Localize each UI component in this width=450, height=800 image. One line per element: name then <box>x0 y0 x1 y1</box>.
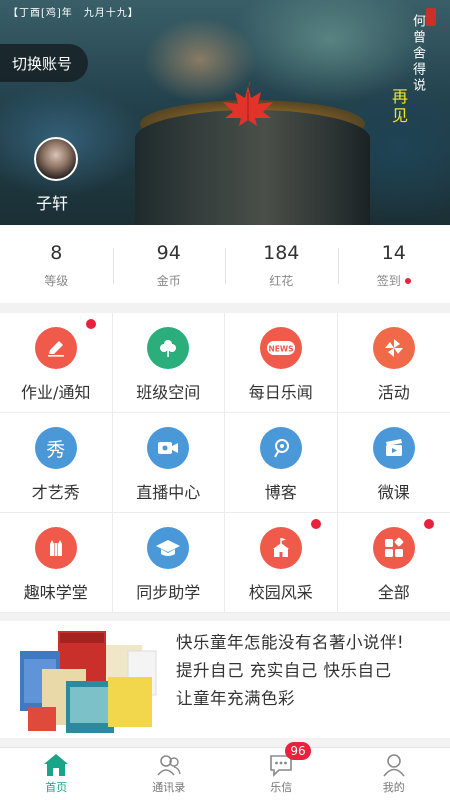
stat-label: 等级 <box>44 273 69 288</box>
books-image <box>20 631 157 733</box>
home-icon <box>44 754 69 776</box>
nav-item-contacts[interactable]: 通讯录 <box>113 748 226 800</box>
notification-dot <box>85 319 96 329</box>
clover-icon <box>147 327 190 369</box>
clapperboard-icon <box>372 427 415 469</box>
nav-item-home[interactable]: 首页 <box>0 748 113 800</box>
avatar[interactable] <box>34 137 78 181</box>
banner-line: 快乐童年怎能没有名著小说伴! <box>176 633 405 652</box>
grid-item-class-space[interactable]: 班级空间 <box>112 313 225 413</box>
seal-stamp <box>426 8 436 26</box>
nav-item-me[interactable]: 我的 <box>338 748 450 800</box>
stat-flowers[interactable]: 184 红花 <box>225 240 338 289</box>
grid-item-label: 每日乐闻 <box>248 383 313 402</box>
banner-line: 提升自己 充实自己 快乐自己 <box>176 661 392 680</box>
notification-dot <box>424 519 434 529</box>
stat-coins[interactable]: 94 金币 <box>112 240 226 289</box>
bottom-nav: 首页 通讯录 乐信 96 我的 <box>0 742 450 800</box>
video-camera-icon <box>147 427 190 469</box>
stat-value: 184 <box>263 241 300 264</box>
grid-item-label: 博客 <box>264 483 297 502</box>
stat-value: 94 <box>156 241 181 264</box>
poem-highlight: 再见 <box>389 88 408 126</box>
stat-label: 红花 <box>269 273 294 288</box>
xiu-icon: 秀 <box>34 427 77 469</box>
grid-item-label: 作业/通知 <box>21 383 91 402</box>
nav-item-messages[interactable]: 乐信 96 <box>225 742 338 800</box>
grid-item-label: 活动 <box>377 383 410 402</box>
notification-dot <box>404 278 411 284</box>
grid-item-live-center[interactable]: 直播中心 <box>112 413 225 513</box>
stat-label: 金币 <box>156 273 181 288</box>
pencil-icon <box>34 327 77 369</box>
notification-dot <box>310 519 321 529</box>
grid-item-label: 直播中心 <box>136 483 201 502</box>
grid-item-homework[interactable]: 作业/通知 <box>0 313 113 413</box>
grid-item-blog[interactable]: 博客 <box>225 413 338 513</box>
grid-item-micro-course[interactable]: 微课 <box>337 413 450 513</box>
grid-item-daily-news[interactable]: NEWS 每日乐闻 <box>225 313 338 413</box>
grid-apps-icon <box>372 527 415 569</box>
feature-grid: 作业/通知 班级空间 NEWS 每日乐闻 活动 秀 才艺秀 直播中心 博客 微课… <box>0 313 450 613</box>
grid-item-label: 班级空间 <box>136 383 201 402</box>
grid-item-label: 校园风采 <box>248 583 313 602</box>
grid-item-label: 同步助学 <box>136 583 201 602</box>
profile-header: 【丁酉[鸡]年 九月十九】 切换账号 何曾舍得说 再见 子轩 <box>0 0 450 225</box>
stat-label-wrap: 签到 <box>338 272 450 289</box>
page: 【丁酉[鸡]年 九月十九】 切换账号 何曾舍得说 再见 子轩 8 等级 94 金… <box>0 0 450 800</box>
pencils-icon <box>34 527 77 569</box>
banner-text: 快乐童年怎能没有名著小说伴! 提升自己 充实自己 快乐自己 让童年充满色彩 <box>176 629 446 713</box>
grid-item-campus-style[interactable]: 校园风采 <box>225 513 338 613</box>
grid-item-fun-school[interactable]: 趣味学堂 <box>0 513 113 613</box>
news-icon: NEWS <box>259 327 302 369</box>
person-icon <box>383 754 405 777</box>
nav-label: 乐信 <box>270 781 293 794</box>
banner-line: 让童年充满色彩 <box>176 689 295 708</box>
lunar-date: 【丁酉[鸡]年 九月十九】 <box>8 8 139 19</box>
grid-item-label: 趣味学堂 <box>23 583 88 602</box>
grid-item-label: 才艺秀 <box>31 483 80 502</box>
grid-item-label: 微课 <box>377 483 410 502</box>
grid-item-talent-show[interactable]: 秀 才艺秀 <box>0 413 113 513</box>
contacts-icon <box>157 755 181 776</box>
quill-icon <box>259 427 302 469</box>
grid-item-all[interactable]: 全部 <box>337 513 450 613</box>
nav-label: 我的 <box>382 781 405 794</box>
stat-value: 8 <box>50 241 63 264</box>
username: 子轩 <box>36 194 69 213</box>
promo-banner[interactable]: 快乐童年怎能没有名著小说伴! 提升自己 充实自己 快乐自己 让童年充满色彩 <box>0 621 450 738</box>
switch-account-button[interactable]: 切换账号 <box>0 44 88 82</box>
pinwheel-icon <box>372 327 415 369</box>
grid-item-activity[interactable]: 活动 <box>337 313 450 413</box>
poem-text: 何曾舍得说 <box>410 14 425 94</box>
stat-level[interactable]: 8 等级 <box>0 240 113 289</box>
grid-item-label: 全部 <box>377 583 410 602</box>
graduation-cap-icon <box>147 527 190 569</box>
nav-label: 首页 <box>45 781 68 794</box>
grid-item-sync-study[interactable]: 同步助学 <box>112 513 225 613</box>
stats-bar: 8 等级 94 金币 184 红花 14 签到 <box>0 225 450 303</box>
school-building-icon <box>259 527 302 569</box>
stat-checkin[interactable]: 14 签到 <box>337 240 450 289</box>
maple-leaf-image <box>223 82 273 126</box>
nav-label: 通讯录 <box>152 781 186 794</box>
svg-text:NEWS: NEWS <box>268 345 293 354</box>
stat-value: 14 <box>381 241 406 264</box>
unread-count-badge: 96 <box>285 742 311 760</box>
stat-label: 签到 <box>376 273 401 288</box>
